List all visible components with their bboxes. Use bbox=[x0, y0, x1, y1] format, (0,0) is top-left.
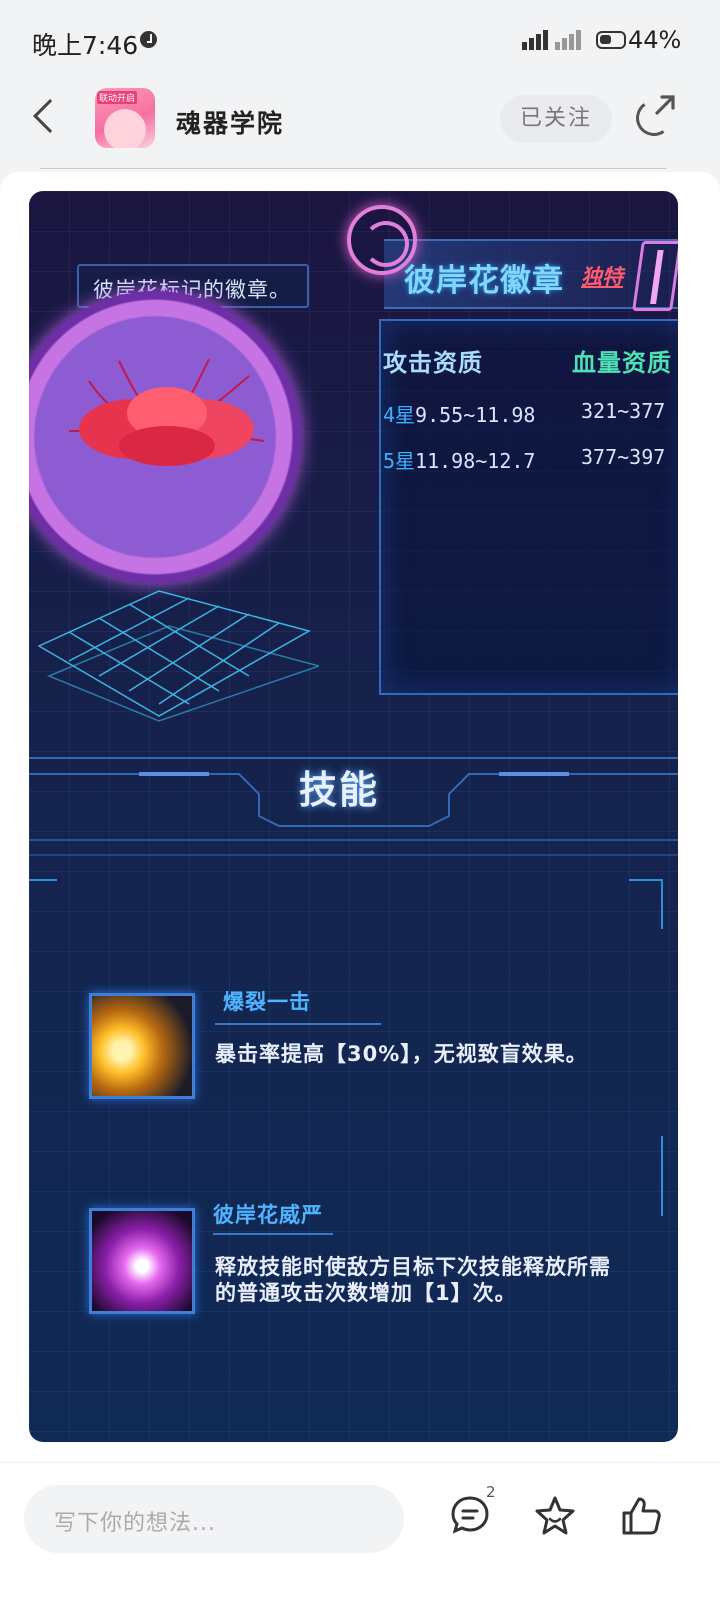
favorite-star-icon[interactable] bbox=[535, 1495, 575, 1535]
skill-underline bbox=[215, 1023, 381, 1025]
unique-tag: 独特 bbox=[581, 265, 623, 289]
section-line bbox=[29, 839, 678, 841]
skill-name: 爆裂一击 bbox=[223, 990, 311, 1014]
hp-range: 377~397 bbox=[581, 445, 666, 469]
header-divider bbox=[40, 168, 666, 169]
attack-range: 9.55~11.98 bbox=[415, 403, 536, 427]
follow-button[interactable]: 已关注 bbox=[500, 95, 612, 143]
stats-row-5star: 5星11.98~12.7 377~397 bbox=[383, 445, 665, 474]
status-time: 晚上7:46 bbox=[32, 31, 139, 60]
battery-icon bbox=[596, 31, 626, 49]
comment-input[interactable]: 写下你的想法... bbox=[24, 1485, 404, 1553]
signal-strength-2-icon bbox=[555, 30, 583, 50]
star-level: 5星 bbox=[383, 449, 416, 473]
game-screenshot[interactable]: 彼岸花徽章 独特 彼岸花标记的徽章。 攻击资质 血量资质 4星9.55~11.9… bbox=[29, 191, 678, 1442]
star-level: 4星 bbox=[383, 403, 416, 427]
frame-corner bbox=[629, 1136, 663, 1216]
comment-count: 2 bbox=[486, 1483, 496, 1501]
alarm-clock-icon bbox=[140, 31, 157, 48]
comment-placeholder: 写下你的想法... bbox=[54, 1511, 216, 1536]
attack-range: 11.98~12.7 bbox=[415, 449, 536, 473]
battery-level: 44% bbox=[628, 26, 682, 54]
comment-icon[interactable] bbox=[450, 1495, 490, 1535]
skill-underline bbox=[213, 1233, 333, 1235]
back-arrow-icon[interactable] bbox=[33, 99, 67, 133]
skill-majesty-icon bbox=[89, 1208, 195, 1314]
badge-title: 彼岸花徽章 bbox=[404, 263, 564, 299]
app-name[interactable]: 魂器学院 bbox=[176, 104, 284, 140]
grid-platform bbox=[37, 590, 319, 722]
frame-corner bbox=[29, 879, 57, 881]
red-spider-lily-icon bbox=[68, 358, 265, 466]
like-thumbs-up-icon[interactable] bbox=[620, 1495, 662, 1537]
skills-title: 技能 bbox=[299, 768, 380, 812]
skill-description: 暴击率提高【30%】，无视致盲效果。 bbox=[215, 1042, 588, 1066]
status-bar: 晚上7:46 44% bbox=[0, 0, 720, 80]
hp-range: 321~377 bbox=[581, 399, 666, 423]
signal-strength-icon bbox=[522, 30, 550, 50]
frame-corner bbox=[629, 879, 663, 929]
top-header: 联动开启 魂器学院 已关注 bbox=[0, 80, 720, 170]
avatar-tag: 联动开启 bbox=[97, 91, 138, 104]
section-line bbox=[29, 854, 678, 856]
app-avatar[interactable]: 联动开启 bbox=[95, 88, 155, 148]
stats-row-4star: 4星9.55~11.98 321~377 bbox=[383, 399, 665, 428]
skill-name: 彼岸花威严 bbox=[213, 1203, 323, 1227]
skill-description: 释放技能时使敌方目标下次技能释放所需的普通攻击次数增加【1】次。 bbox=[215, 1255, 611, 1305]
attack-aptitude-header: 攻击资质 bbox=[383, 349, 483, 377]
hp-aptitude-header: 血量资质 bbox=[572, 349, 672, 377]
skill-burst-icon bbox=[89, 993, 195, 1099]
share-arrow-icon[interactable] bbox=[654, 94, 676, 116]
bottom-action-bar: 写下你的想法... 2 bbox=[0, 1462, 720, 1600]
